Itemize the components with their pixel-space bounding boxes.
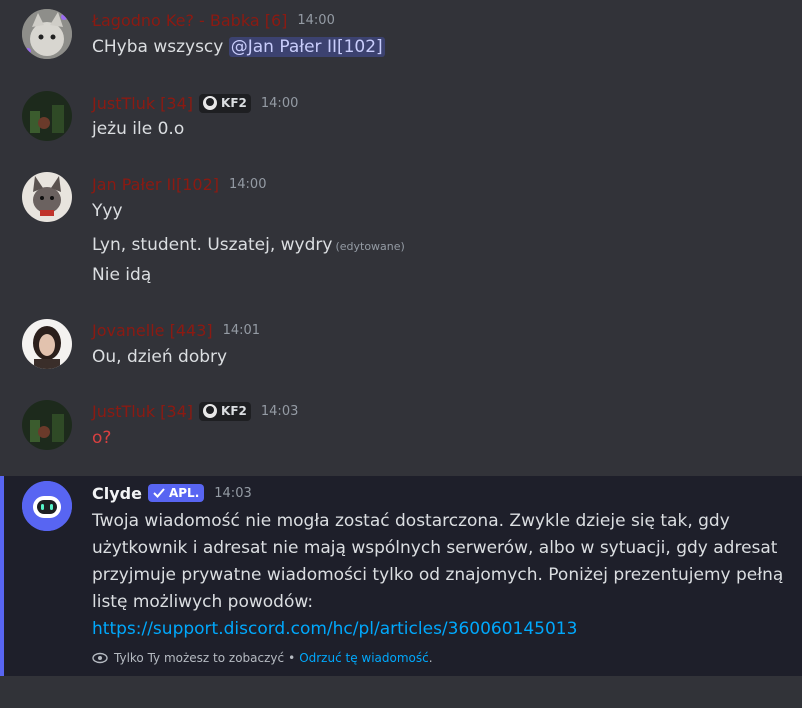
ephemeral-text: Tylko Ty możesz to zobaczyć bbox=[114, 651, 285, 665]
app-badge: APL. bbox=[147, 484, 205, 502]
message-text: Ou, dzień dobry bbox=[92, 347, 228, 367]
eye-icon bbox=[92, 652, 108, 664]
dog-avatar-icon bbox=[22, 172, 72, 222]
username[interactable]: Clyde bbox=[92, 484, 142, 503]
timestamp: 14:03 bbox=[260, 403, 299, 419]
server-tag[interactable]: KF2 bbox=[199, 401, 251, 421]
avatar[interactable] bbox=[22, 91, 72, 141]
forest-avatar-icon bbox=[22, 400, 72, 450]
avatar[interactable] bbox=[22, 400, 72, 450]
robot-icon bbox=[22, 481, 72, 531]
message-text: Lyn, student. Uszatej, wydry bbox=[92, 235, 333, 255]
clyde-message-content: Twoja wiadomość nie mogła zostać dostarc… bbox=[92, 508, 792, 643]
person-avatar-icon bbox=[22, 319, 72, 369]
timestamp: 14:01 bbox=[222, 322, 261, 338]
timestamp: 14:03 bbox=[214, 485, 252, 501]
moon-icon bbox=[203, 96, 218, 110]
dismiss-suffix: . bbox=[428, 651, 433, 665]
timestamp: 14:00 bbox=[297, 12, 335, 28]
chat-bottom-area bbox=[0, 690, 802, 708]
avatar[interactable] bbox=[22, 319, 72, 369]
user-mention[interactable]: @Jan Pałer II[102] bbox=[228, 37, 385, 57]
server-tag-label: KF2 bbox=[221, 404, 247, 418]
message-text: jeżu ile 0.o bbox=[92, 119, 185, 139]
cat-avatar-icon bbox=[22, 9, 72, 59]
separator: • bbox=[288, 651, 296, 665]
message-text: o? bbox=[92, 428, 112, 448]
message-text: Nie idą bbox=[92, 265, 152, 285]
app-badge-label: APL. bbox=[168, 486, 200, 500]
moon-icon bbox=[203, 404, 218, 418]
avatar[interactable] bbox=[22, 172, 72, 222]
message-text: CHyba wszyscy bbox=[92, 37, 224, 57]
username[interactable]: Łagodno Ke? - Babka [6] bbox=[92, 11, 287, 30]
server-tag-label: KF2 bbox=[221, 96, 247, 110]
clyde-avatar[interactable] bbox=[22, 481, 72, 531]
timestamp: 14:00 bbox=[229, 176, 267, 192]
message-text: Yyy bbox=[92, 201, 123, 221]
username[interactable]: JustTluk [34] bbox=[92, 402, 193, 421]
username[interactable]: JustTluk [34] bbox=[92, 94, 193, 113]
server-tag[interactable]: KF2 bbox=[199, 93, 251, 113]
checkmark-icon bbox=[153, 488, 165, 498]
username[interactable]: Jan Pałer II[102] bbox=[92, 175, 219, 194]
message-content: Lyn, student. Uszatej, wydry (edytowane) bbox=[92, 235, 405, 255]
avatar[interactable] bbox=[22, 9, 72, 59]
support-link[interactable]: https://support.discord.com/hc/pl/articl… bbox=[92, 619, 577, 639]
edited-label: (edytowane) bbox=[335, 240, 405, 253]
username[interactable]: Jovanelle [443] bbox=[92, 321, 213, 340]
message-text: Twoja wiadomość nie mogła zostać dostarc… bbox=[92, 511, 784, 612]
forest-avatar-icon bbox=[22, 91, 72, 141]
dismiss-message-link[interactable]: Odrzuć tę wiadomość bbox=[299, 651, 429, 665]
message-content: CHyba wszyscy @Jan Pałer II[102] bbox=[92, 37, 385, 57]
ephemeral-notice: Tylko Ty możesz to zobaczyć • Odrzuć tę … bbox=[92, 651, 433, 665]
timestamp: 14:00 bbox=[260, 95, 299, 111]
